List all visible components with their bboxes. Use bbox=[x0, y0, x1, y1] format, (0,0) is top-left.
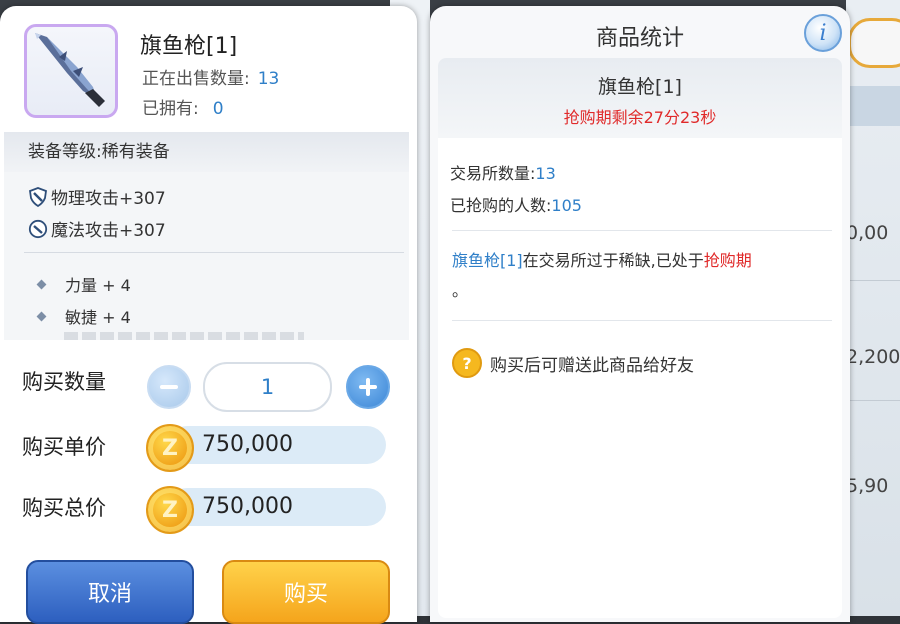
buy-button[interactable]: 购买 bbox=[222, 560, 390, 624]
increase-quantity-button[interactable] bbox=[346, 365, 390, 409]
owned-count: 0 bbox=[212, 99, 224, 119]
statistics-item-name: 旗鱼枪[1] bbox=[598, 76, 682, 98]
scarcity-description: 旗鱼枪[1]在交易所过于稀缺,已处于抢购期。 bbox=[452, 246, 832, 306]
stats-divider bbox=[24, 252, 404, 253]
zeny-coin-icon: Z bbox=[146, 486, 194, 534]
zeny-coin-icon: Z bbox=[146, 424, 194, 472]
flash-sale-countdown: 抢购期剩余27分23秒 bbox=[563, 108, 717, 127]
unit-price-value: 750,000 bbox=[168, 426, 386, 464]
quantity-label: 购买数量 bbox=[22, 370, 106, 394]
gift-hint-row: ? 购买后可赠送此商品给好友 bbox=[452, 348, 694, 378]
total-price-value: 750,000 bbox=[168, 488, 386, 526]
buyers-count: 105 bbox=[551, 196, 582, 215]
attribute-text: 敏捷 + 4 bbox=[65, 308, 131, 327]
background-row-divider bbox=[846, 400, 900, 401]
info-icon: i bbox=[819, 20, 827, 46]
statistics-divider bbox=[452, 230, 832, 231]
bullet-icon bbox=[36, 279, 47, 289]
cancel-label: 取消 bbox=[87, 582, 132, 607]
buyers-label: 已抢购的人数: bbox=[450, 196, 552, 215]
background-header-band bbox=[846, 86, 900, 126]
owned-label: 已拥有: bbox=[142, 99, 199, 119]
decrease-quantity-button[interactable] bbox=[147, 365, 191, 409]
background-price: 5,90 bbox=[846, 475, 889, 497]
gift-hint-text: 购买后可赠送此商品给好友 bbox=[490, 355, 694, 376]
on-sale-count: 13 bbox=[257, 69, 280, 89]
description-end: 。 bbox=[452, 281, 469, 300]
panel-title: 商品统计 bbox=[595, 26, 684, 51]
scroll-overflow-fade bbox=[64, 332, 304, 340]
exchange-count-row: 交易所数量:13 bbox=[450, 160, 556, 184]
owned-row: 已拥有: 0 bbox=[142, 94, 224, 119]
equipment-stats-box[interactable]: 装备等级:稀有装备 物理攻击+307 魔法攻击+307 力量 + 4 敏捷 + … bbox=[4, 132, 409, 340]
swordfish-spear-icon bbox=[24, 24, 118, 118]
plus-icon bbox=[359, 378, 377, 396]
total-price-label: 购买总价 bbox=[22, 496, 106, 520]
exchange-count-label: 交易所数量: bbox=[450, 164, 536, 183]
buyers-row: 已抢购的人数:105 bbox=[450, 192, 582, 216]
physical-shield-icon bbox=[28, 186, 48, 207]
background-search-pill bbox=[848, 18, 900, 68]
attribute-text: 力量 + 4 bbox=[65, 276, 131, 295]
on-sale-row: 正在出售数量: 13 bbox=[142, 64, 279, 89]
description-item-link[interactable]: 旗鱼枪[1] bbox=[452, 251, 523, 270]
info-button[interactable]: i bbox=[804, 14, 842, 52]
quantity-input[interactable]: 1 bbox=[203, 362, 332, 412]
magic-attack-text: 魔法攻击+307 bbox=[51, 221, 166, 241]
unit-price-label: 购买单价 bbox=[22, 435, 106, 459]
description-text: 在交易所过于稀缺,已处于 bbox=[522, 251, 704, 270]
purchase-panel: 旗鱼枪[1] 正在出售数量: 13 已拥有: 0 装备等级:稀有装备 物理攻击+30… bbox=[0, 6, 417, 624]
magic-shield-icon bbox=[28, 219, 48, 239]
bullet-icon bbox=[36, 311, 47, 321]
equipment-grade: 装备等级:稀有装备 bbox=[4, 132, 409, 172]
buy-label: 购买 bbox=[283, 582, 328, 607]
statistics-content: 旗鱼枪[1] 抢购期剩余27分23秒 交易所数量:13 已抢购的人数:105 旗… bbox=[438, 58, 842, 618]
attribute-row: 敏捷 + 4 bbox=[36, 304, 131, 328]
physical-attack-row: 物理攻击+307 bbox=[28, 184, 166, 209]
item-name: 旗鱼枪[1] bbox=[140, 34, 238, 59]
minus-icon bbox=[160, 385, 178, 389]
on-sale-label: 正在出售数量: bbox=[142, 69, 250, 89]
exchange-count: 13 bbox=[535, 164, 556, 183]
description-status: 抢购期 bbox=[703, 251, 752, 270]
statistics-divider bbox=[452, 320, 832, 321]
background-price: 2,200 bbox=[846, 346, 900, 368]
attribute-row: 力量 + 4 bbox=[36, 272, 131, 296]
cancel-button[interactable]: 取消 bbox=[26, 560, 194, 624]
physical-attack-text: 物理攻击+307 bbox=[51, 189, 166, 209]
background-price: 0,00 bbox=[846, 222, 889, 244]
magic-attack-row: 魔法攻击+307 bbox=[28, 216, 166, 241]
question-icon: ? bbox=[452, 348, 482, 378]
background-row-divider bbox=[846, 280, 900, 281]
item-statistics-panel: 商品统计 i 旗鱼枪[1] 抢购期剩余27分23秒 交易所数量:13 已抢购的人… bbox=[430, 6, 850, 622]
